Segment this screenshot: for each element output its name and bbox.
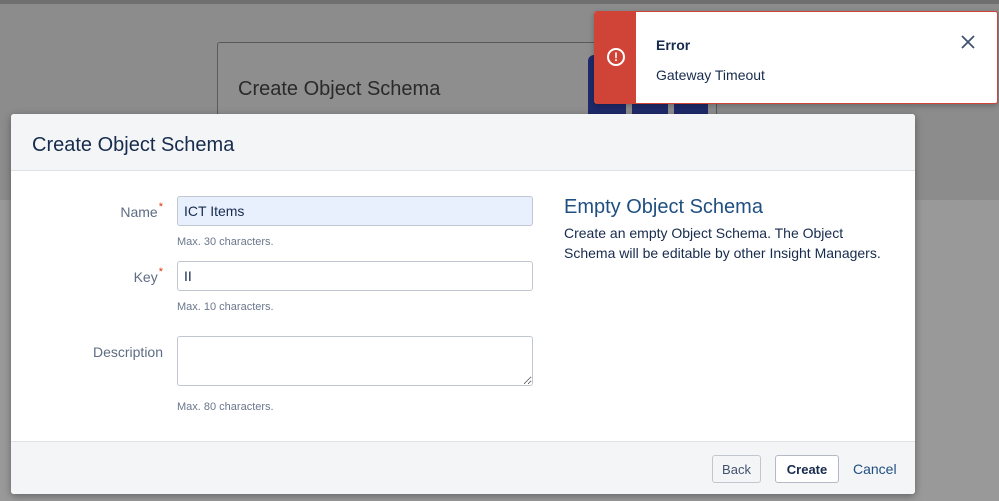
name-hint: Max. 30 characters. bbox=[177, 236, 274, 248]
key-hint: Max. 10 characters. bbox=[177, 301, 274, 313]
background-card-title: Create Object Schema bbox=[238, 78, 441, 100]
error-flag: ! Error Gateway Timeout bbox=[594, 11, 998, 104]
error-flag-title: Error bbox=[656, 37, 691, 53]
create-object-schema-dialog: Create Object Schema Name* Max. 30 chara… bbox=[11, 114, 915, 494]
name-label-text: Name bbox=[120, 204, 158, 220]
required-marker: * bbox=[158, 266, 163, 278]
dialog-title: Create Object Schema bbox=[32, 134, 235, 156]
schema-type-title: Empty Object Schema bbox=[564, 196, 763, 218]
close-icon[interactable] bbox=[958, 32, 978, 52]
key-input[interactable] bbox=[177, 261, 533, 291]
key-label-text: Key bbox=[133, 269, 158, 285]
create-button[interactable]: Create bbox=[775, 455, 839, 483]
required-marker: * bbox=[158, 201, 163, 213]
back-button[interactable]: Back bbox=[712, 455, 761, 483]
description-textarea[interactable] bbox=[177, 336, 533, 386]
description-label: Description bbox=[92, 344, 163, 360]
name-input[interactable] bbox=[177, 196, 533, 226]
dialog-footer: Back Create Cancel bbox=[11, 441, 915, 494]
description-hint: Max. 80 characters. bbox=[177, 401, 274, 413]
dialog-header: Create Object Schema bbox=[11, 114, 915, 171]
error-flag-stripe: ! bbox=[595, 12, 636, 103]
background-top-bar bbox=[0, 0, 999, 4]
schema-type-description: Create an empty Object Schema. The Objec… bbox=[564, 225, 881, 261]
error-flag-message: Gateway Timeout bbox=[656, 67, 765, 83]
page: Create Object Schema Create Object Schem… bbox=[0, 0, 999, 501]
cancel-link[interactable]: Cancel bbox=[853, 461, 897, 477]
key-label: Key* bbox=[11, 266, 163, 285]
name-label: Name* bbox=[11, 201, 163, 220]
error-icon: ! bbox=[607, 48, 625, 66]
